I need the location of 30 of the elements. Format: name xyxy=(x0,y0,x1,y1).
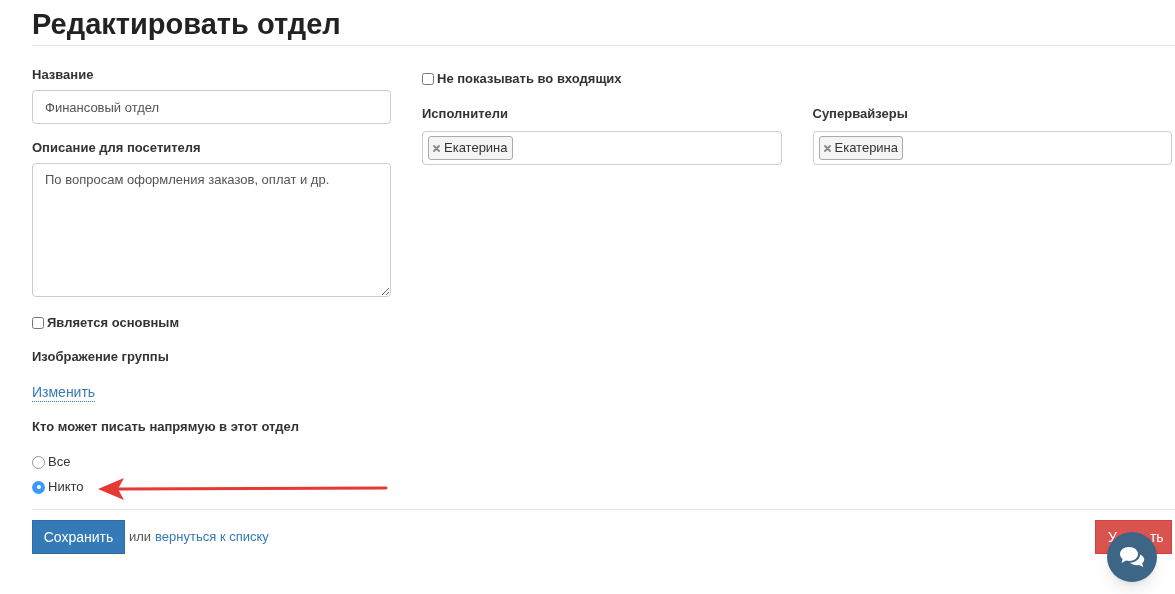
change-link[interactable]: Изменить xyxy=(32,383,96,402)
checkbox[interactable] xyxy=(422,73,434,85)
name-input-field[interactable]: Финансовый отдел xyxy=(32,90,391,124)
save-button[interactable]: Сохранить xyxy=(32,520,125,554)
page-title: Редактировать отдел xyxy=(32,7,341,42)
radio-label: Все xyxy=(48,453,71,471)
checkbox[interactable] xyxy=(32,317,44,329)
radio-button[interactable] xyxy=(32,480,45,494)
back-to-list-link[interactable]: вернуться к списку xyxy=(155,527,269,547)
radio-label: Никто xyxy=(48,478,84,496)
checkbox-label: Является основным xyxy=(47,314,180,332)
description-textarea[interactable]: По вопросам оформления заказов, оплат и др. xyxy=(32,163,391,297)
tag-input-field[interactable]: Екатерина xyxy=(812,131,1172,165)
field-label: Описание для посетителя xyxy=(32,139,201,157)
tag-text: Екатерина xyxy=(834,139,899,158)
field-label: Супервайзеры xyxy=(812,105,908,123)
field-label: Изображение группы xyxy=(32,348,169,366)
chat-bubbles-icon xyxy=(1119,546,1145,568)
tag-text: Екатерина xyxy=(444,139,508,158)
field-label: Кто может писать напрямую в этот отдел xyxy=(32,418,300,436)
remove-icon[interactable] xyxy=(433,144,440,152)
remove-icon[interactable] xyxy=(823,144,831,152)
or-text: или xyxy=(129,528,152,547)
checkbox-label: Не показывать во входящих xyxy=(437,70,622,88)
delete-label-start: У xyxy=(1108,527,1117,547)
field-label: Название xyxy=(32,66,94,84)
delete-label-end: ть xyxy=(1149,527,1164,547)
tag-input-field[interactable]: Екатерина xyxy=(422,131,782,165)
radio-button[interactable] xyxy=(32,455,45,469)
field-label: Исполнители xyxy=(422,105,508,123)
